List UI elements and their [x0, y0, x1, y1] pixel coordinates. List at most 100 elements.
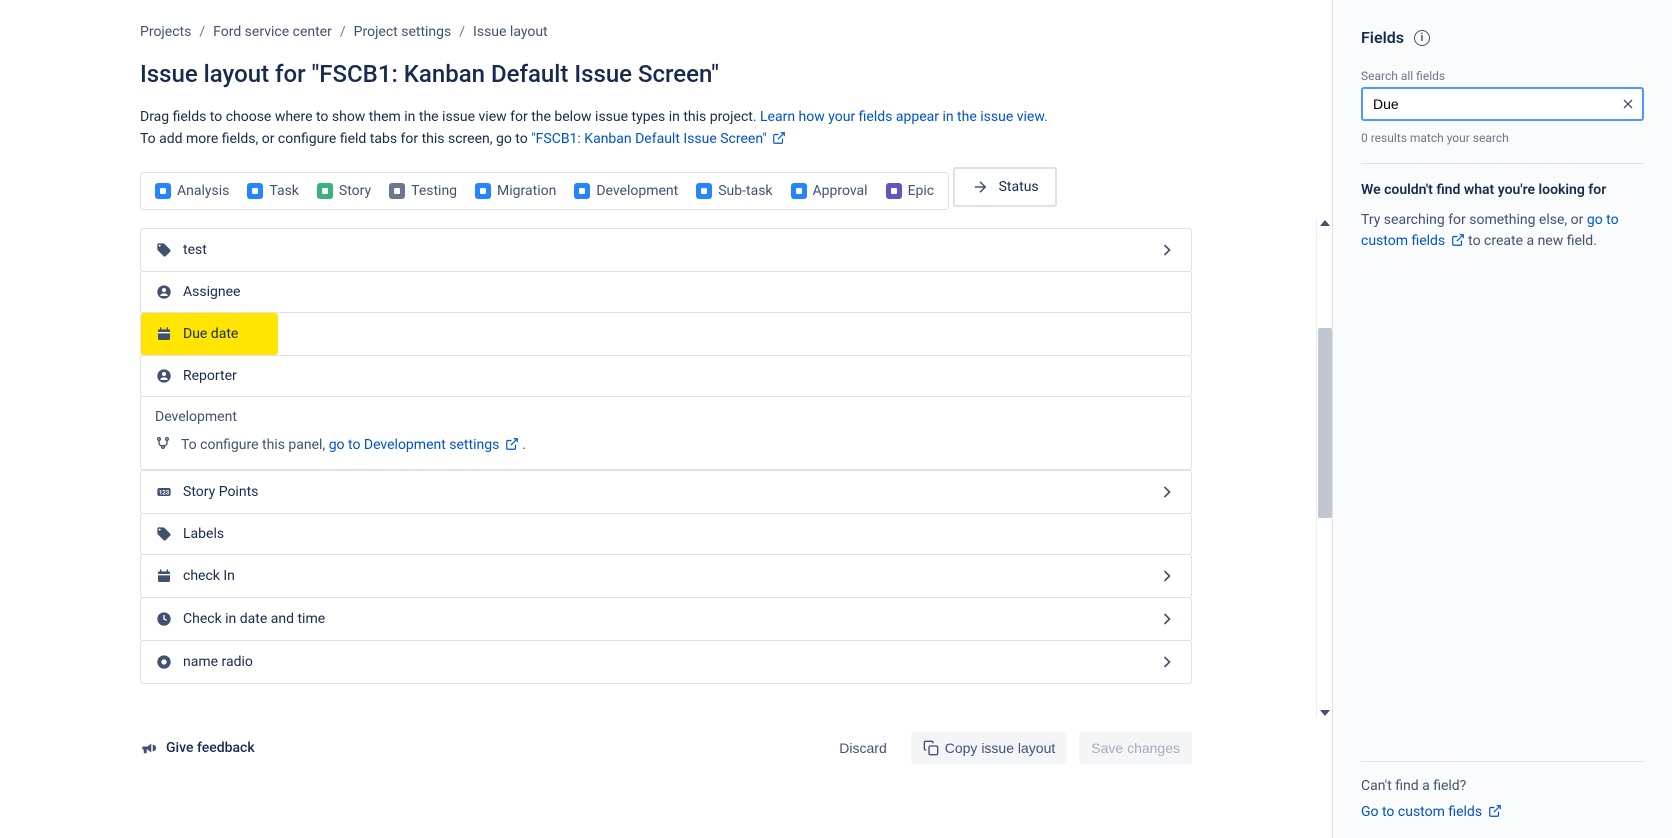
field-row-name-radio[interactable]: name radio: [140, 640, 1192, 684]
issue-type-task: Task: [247, 183, 299, 199]
issue-type-approval: Approval: [791, 183, 868, 199]
copy-layout-button[interactable]: Copy issue layout: [911, 732, 1068, 764]
field-row-due-date[interactable]: Due date: [141, 313, 278, 355]
go-to-custom-fields-link[interactable]: Go to custom fields: [1361, 804, 1502, 820]
status-field[interactable]: Status: [953, 167, 1057, 207]
external-link-icon: [1451, 233, 1465, 247]
issue-type-icon: [696, 183, 712, 199]
field-row-check-in-dt[interactable]: Check in date and time: [140, 597, 1192, 641]
branch-icon: [155, 435, 171, 455]
development-panel[interactable]: Development To configure this panel, go …: [140, 396, 1192, 470]
breadcrumb-current: Issue layout: [473, 24, 548, 40]
clock-icon: [155, 610, 173, 628]
dev-settings-link[interactable]: go to Development settings: [329, 437, 519, 453]
field-label: check In: [183, 568, 1157, 584]
dev-panel-title: Development: [155, 409, 1177, 425]
breadcrumb-project-name[interactable]: Ford service center: [213, 24, 332, 40]
external-link-icon: [1488, 804, 1502, 818]
field-row-labels[interactable]: Labels: [140, 513, 1192, 555]
no-results-text: Try searching for something else, or: [1361, 212, 1587, 228]
field-label: Due date: [183, 326, 238, 342]
megaphone-icon: [140, 739, 158, 757]
field-row-due-date-wrap: Due date: [140, 312, 1192, 356]
issue-type-icon: [475, 183, 491, 199]
chevron-right-icon: [1157, 609, 1177, 629]
issue-type-label: Development: [596, 183, 678, 199]
scroll-down-icon: [1320, 710, 1330, 716]
no-results-message: We couldn't find what you're looking for…: [1361, 182, 1644, 252]
issue-type-label: Sub-task: [718, 183, 772, 199]
desc-learn-link[interactable]: Learn how your fields appear in the issu…: [760, 109, 1048, 125]
svg-text:123: 123: [159, 489, 170, 496]
issue-type-icon: [155, 183, 171, 199]
chevron-right-icon: [1157, 566, 1177, 586]
status-label: Status: [999, 179, 1039, 195]
calendar-icon: [155, 567, 173, 585]
chevron-right-icon: [1157, 240, 1177, 260]
field-list: test Assignee Due date Reporter Developm…: [140, 228, 1192, 684]
sidebar-footer: Can't find a field? Go to custom fields: [1361, 761, 1644, 820]
issue-type-label: Testing: [411, 183, 457, 199]
tag-icon: [155, 525, 173, 543]
field-row-story-points[interactable]: 123 Story Points: [140, 470, 1192, 514]
field-label: Assignee: [183, 284, 1177, 300]
save-button[interactable]: Save changes: [1079, 732, 1192, 764]
breadcrumb-sep: /: [199, 24, 205, 40]
external-link-icon: [505, 437, 519, 451]
breadcrumb-settings[interactable]: Project settings: [354, 24, 452, 40]
scrollbar-thumb[interactable]: [1318, 328, 1332, 518]
footer-bar: Give feedback Discard Copy issue layout …: [0, 714, 1332, 784]
issue-types-list: AnalysisTaskStoryTestingMigrationDevelop…: [140, 172, 949, 210]
field-row-assignee[interactable]: Assignee: [140, 271, 1192, 313]
copy-icon: [923, 740, 939, 756]
desc-screen-link[interactable]: "FSCB1: Kanban Default Issue Screen": [531, 131, 786, 147]
issue-type-icon: [389, 183, 405, 199]
field-row-reporter[interactable]: Reporter: [140, 355, 1192, 397]
issue-type-analysis: Analysis: [155, 183, 229, 199]
search-input[interactable]: [1361, 87, 1644, 121]
search-label: Search all fields: [1361, 69, 1644, 83]
main-column: Projects / Ford service center / Project…: [0, 0, 1332, 838]
field-label: Check in date and time: [183, 611, 1157, 627]
issue-type-icon: [574, 183, 590, 199]
external-link-icon: [772, 131, 786, 145]
issue-type-testing: Testing: [389, 183, 457, 199]
field-label: Story Points: [183, 484, 1157, 500]
issue-type-label: Epic: [908, 183, 935, 199]
discard-button[interactable]: Discard: [827, 732, 898, 764]
field-row-test[interactable]: test: [140, 228, 1192, 272]
no-results-title: We couldn't find what you're looking for: [1361, 182, 1644, 198]
breadcrumb-projects[interactable]: Projects: [140, 24, 191, 40]
person-icon: [155, 367, 173, 385]
fields-sidebar: Fields i Search all fields 0 results mat…: [1332, 0, 1672, 838]
number-icon: 123: [155, 483, 173, 501]
issue-type-label: Analysis: [177, 183, 229, 199]
issue-type-label: Story: [339, 183, 371, 199]
breadcrumb: Projects / Ford service center / Project…: [140, 24, 1192, 40]
desc-text: To add more fields, or configure field t…: [140, 131, 531, 147]
clear-icon[interactable]: [1620, 96, 1636, 112]
issue-type-icon: [791, 183, 807, 199]
field-label: Labels: [183, 526, 1177, 542]
arrow-right-icon: [971, 178, 989, 196]
copy-label: Copy issue layout: [945, 740, 1056, 756]
calendar-icon: [155, 325, 173, 343]
sidebar-footer-question: Can't find a field?: [1361, 778, 1644, 794]
scrollbar[interactable]: [1316, 218, 1332, 718]
info-icon[interactable]: i: [1414, 30, 1430, 46]
divider: [1361, 163, 1644, 164]
field-label: test: [183, 242, 1157, 258]
issue-type-story: Story: [317, 183, 371, 199]
scroll-up-icon: [1320, 220, 1330, 226]
issue-type-development: Development: [574, 183, 678, 199]
issue-type-epic: Epic: [886, 183, 935, 199]
field-row-check-in[interactable]: check In: [140, 554, 1192, 598]
give-feedback-button[interactable]: Give feedback: [140, 739, 255, 757]
chevron-right-icon: [1157, 652, 1177, 672]
breadcrumb-sep: /: [340, 24, 346, 40]
breadcrumb-sep: /: [459, 24, 465, 40]
issue-type-icon: [886, 183, 902, 199]
tag-icon: [155, 241, 173, 259]
description: Drag fields to choose where to show them…: [140, 106, 1192, 151]
dev-panel-text: To configure this panel, go to Developme…: [181, 437, 526, 453]
